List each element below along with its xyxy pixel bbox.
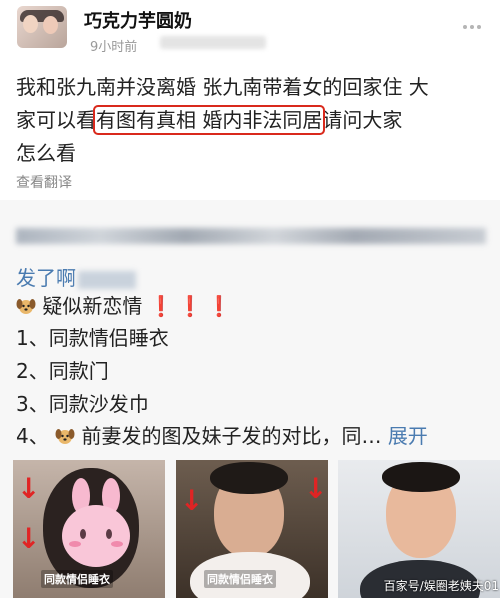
red-arrow-icon: ↓ xyxy=(180,484,204,517)
repost-item-1: 1、同款情侣睡衣 xyxy=(16,326,169,350)
dog-emoji-icon xyxy=(16,299,36,314)
post-content: 我和张九南并没离婚 张九南带着女的回家住 大 家可以看有图有真相 婚内非法同居请… xyxy=(16,71,494,170)
expand-link[interactable]: 展开 xyxy=(388,424,428,448)
image-thumbnail-1[interactable]: ↓ ↓ 同款情侣睡衣 xyxy=(13,460,165,598)
repost-user[interactable]: 发了啊 xyxy=(16,262,136,291)
red-arrow-icon: ↓ xyxy=(17,522,41,555)
user-avatar[interactable] xyxy=(17,6,67,48)
blurred-header-text xyxy=(16,228,486,244)
highlighted-text: 有图有真相 婚内非法同居 xyxy=(92,105,326,135)
red-arrow-icon: ↓ xyxy=(17,472,41,505)
bunny-sticker-icon xyxy=(62,478,130,567)
repost-item-4-num: 4、 xyxy=(16,424,49,448)
post-line-1: 我和张九南并没离婚 张九南带着女的回家住 大 xyxy=(16,75,429,99)
post-time: 9小时前 xyxy=(90,40,138,55)
post-line-2: 家可以看有图有真相 婚内非法同居请问大家 xyxy=(16,104,494,137)
repost-item-4-text: 前妻发的图及妹子发的对比，同… xyxy=(81,424,382,448)
image-thumbnail-2[interactable]: ↓ ↓ 同款情侣睡衣 xyxy=(176,460,328,598)
avatar-face-left xyxy=(23,15,38,33)
author-name[interactable]: 巧克力芋圆奶 xyxy=(84,7,192,33)
post-line-2-a: 家可以看 xyxy=(16,108,96,132)
repost-item-3: 3、同款沙发巾 xyxy=(16,392,149,416)
weibo-post: 巧克力芋圆奶 9小时前 我和张九南并没离婚 张九南带着女的回家住 大 家可以看有… xyxy=(0,0,500,196)
repost-user-text: 发了 xyxy=(16,266,56,290)
more-options-icon[interactable] xyxy=(460,14,481,33)
avatar-face-right xyxy=(43,16,58,34)
repost-item-4: 4、 前妻发的图及妹子发的对比，同… 展开 xyxy=(16,420,428,449)
repost-user-partial: 啊 xyxy=(56,266,76,290)
translate-link[interactable]: 查看翻译 xyxy=(16,172,72,192)
exclamation-marks: ❗❗❗ xyxy=(148,294,236,318)
image-caption-2: 同款情侣睡衣 xyxy=(204,570,276,588)
repost-item-2: 2、同款门 xyxy=(16,359,109,383)
hair-shape xyxy=(382,462,460,492)
watermark: 百家号/娱圈老姨夫01 xyxy=(383,579,499,593)
image-grid: ↓ ↓ 同款情侣睡衣 ↓ ↓ 同款情侣睡衣 百家号/娱圈老姨夫01 xyxy=(13,460,500,598)
repost-lead-text: 疑似新恋情 xyxy=(42,294,143,318)
red-arrow-icon: ↓ xyxy=(304,472,328,505)
repost-lead: 疑似新恋情 ❗❗❗ xyxy=(16,290,235,319)
post-line-2-b: 请问大家 xyxy=(322,108,403,132)
blurred-username xyxy=(78,270,136,289)
hair-shape xyxy=(210,462,288,494)
image-caption-1: 同款情侣睡衣 xyxy=(41,570,113,588)
post-line-3: 怎么看 xyxy=(16,141,76,165)
dog-emoji-icon xyxy=(55,429,75,444)
blurred-source xyxy=(160,36,266,49)
